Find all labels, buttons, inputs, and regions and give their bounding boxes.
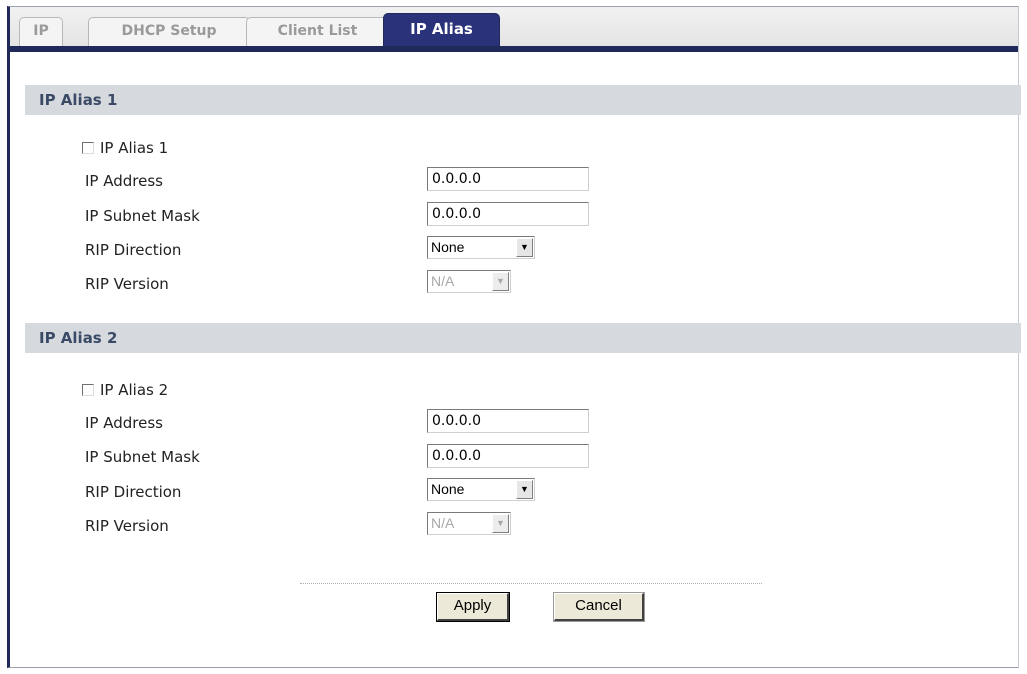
ip-alias-1-rip-version-select: N/A ▼: [427, 270, 511, 293]
section-header-ip-alias-1: IP Alias 1: [25, 85, 1021, 115]
divider: [300, 583, 762, 584]
ip-alias-2-checkbox-row[interactable]: IP Alias 2: [82, 381, 168, 399]
chevron-down-icon[interactable]: ▼: [516, 480, 533, 499]
ip-alias-1-subnet-input[interactable]: 0.0.0.0: [427, 202, 589, 226]
ip-alias-1-rip-direction-label: RIP Direction: [85, 241, 182, 259]
ip-alias-2-ip-address-input[interactable]: 0.0.0.0: [427, 409, 589, 433]
ip-alias-2-subnet-label: IP Subnet Mask: [85, 448, 200, 466]
chevron-down-icon[interactable]: ▼: [516, 238, 533, 257]
chevron-down-icon: ▼: [492, 514, 509, 533]
tab-client-list[interactable]: Client List: [246, 17, 389, 46]
ip-alias-2-ip-address-label: IP Address: [85, 414, 163, 432]
ip-alias-1-subnet-label: IP Subnet Mask: [85, 207, 200, 225]
ip-alias-1-checkbox-row[interactable]: IP Alias 1: [82, 139, 168, 157]
ip-alias-1-rip-direction-select[interactable]: None ▼: [427, 236, 535, 259]
ip-alias-2-rip-version-label: RIP Version: [85, 517, 169, 535]
chevron-down-icon: ▼: [492, 272, 509, 291]
ip-alias-2-rip-direction-value: None: [431, 481, 465, 497]
ip-alias-1-checkbox[interactable]: [82, 142, 94, 154]
ip-alias-1-ip-address-input[interactable]: 0.0.0.0: [427, 167, 589, 191]
ip-alias-panel: IP DHCP Setup Client List IP Alias IP Al…: [7, 6, 1021, 668]
tab-ip[interactable]: IP: [19, 17, 63, 46]
ip-alias-1-rip-version-label: RIP Version: [85, 275, 169, 293]
tab-ip-alias[interactable]: IP Alias: [383, 13, 500, 46]
ip-alias-2-rip-version-value: N/A: [431, 515, 455, 531]
ip-alias-2-subnet-input[interactable]: 0.0.0.0: [427, 444, 589, 468]
ip-alias-2-rip-version-select: N/A ▼: [427, 512, 511, 535]
ip-alias-1-rip-direction-value: None: [431, 239, 465, 255]
cancel-button[interactable]: Cancel: [553, 592, 645, 622]
tab-dhcp-setup[interactable]: DHCP Setup: [88, 17, 250, 46]
ip-alias-1-checkbox-label: IP Alias 1: [100, 139, 169, 157]
ip-alias-2-checkbox[interactable]: [82, 384, 94, 396]
ip-alias-2-rip-direction-label: RIP Direction: [85, 483, 182, 501]
tab-bar: IP DHCP Setup Client List IP Alias: [10, 7, 1018, 52]
apply-button[interactable]: Apply: [436, 592, 510, 622]
ip-alias-2-rip-direction-select[interactable]: None ▼: [427, 478, 535, 501]
section-header-ip-alias-2: IP Alias 2: [25, 323, 1021, 353]
ip-alias-2-checkbox-label: IP Alias 2: [100, 381, 169, 399]
ip-alias-1-ip-address-label: IP Address: [85, 172, 163, 190]
ip-alias-1-rip-version-value: N/A: [431, 273, 455, 289]
